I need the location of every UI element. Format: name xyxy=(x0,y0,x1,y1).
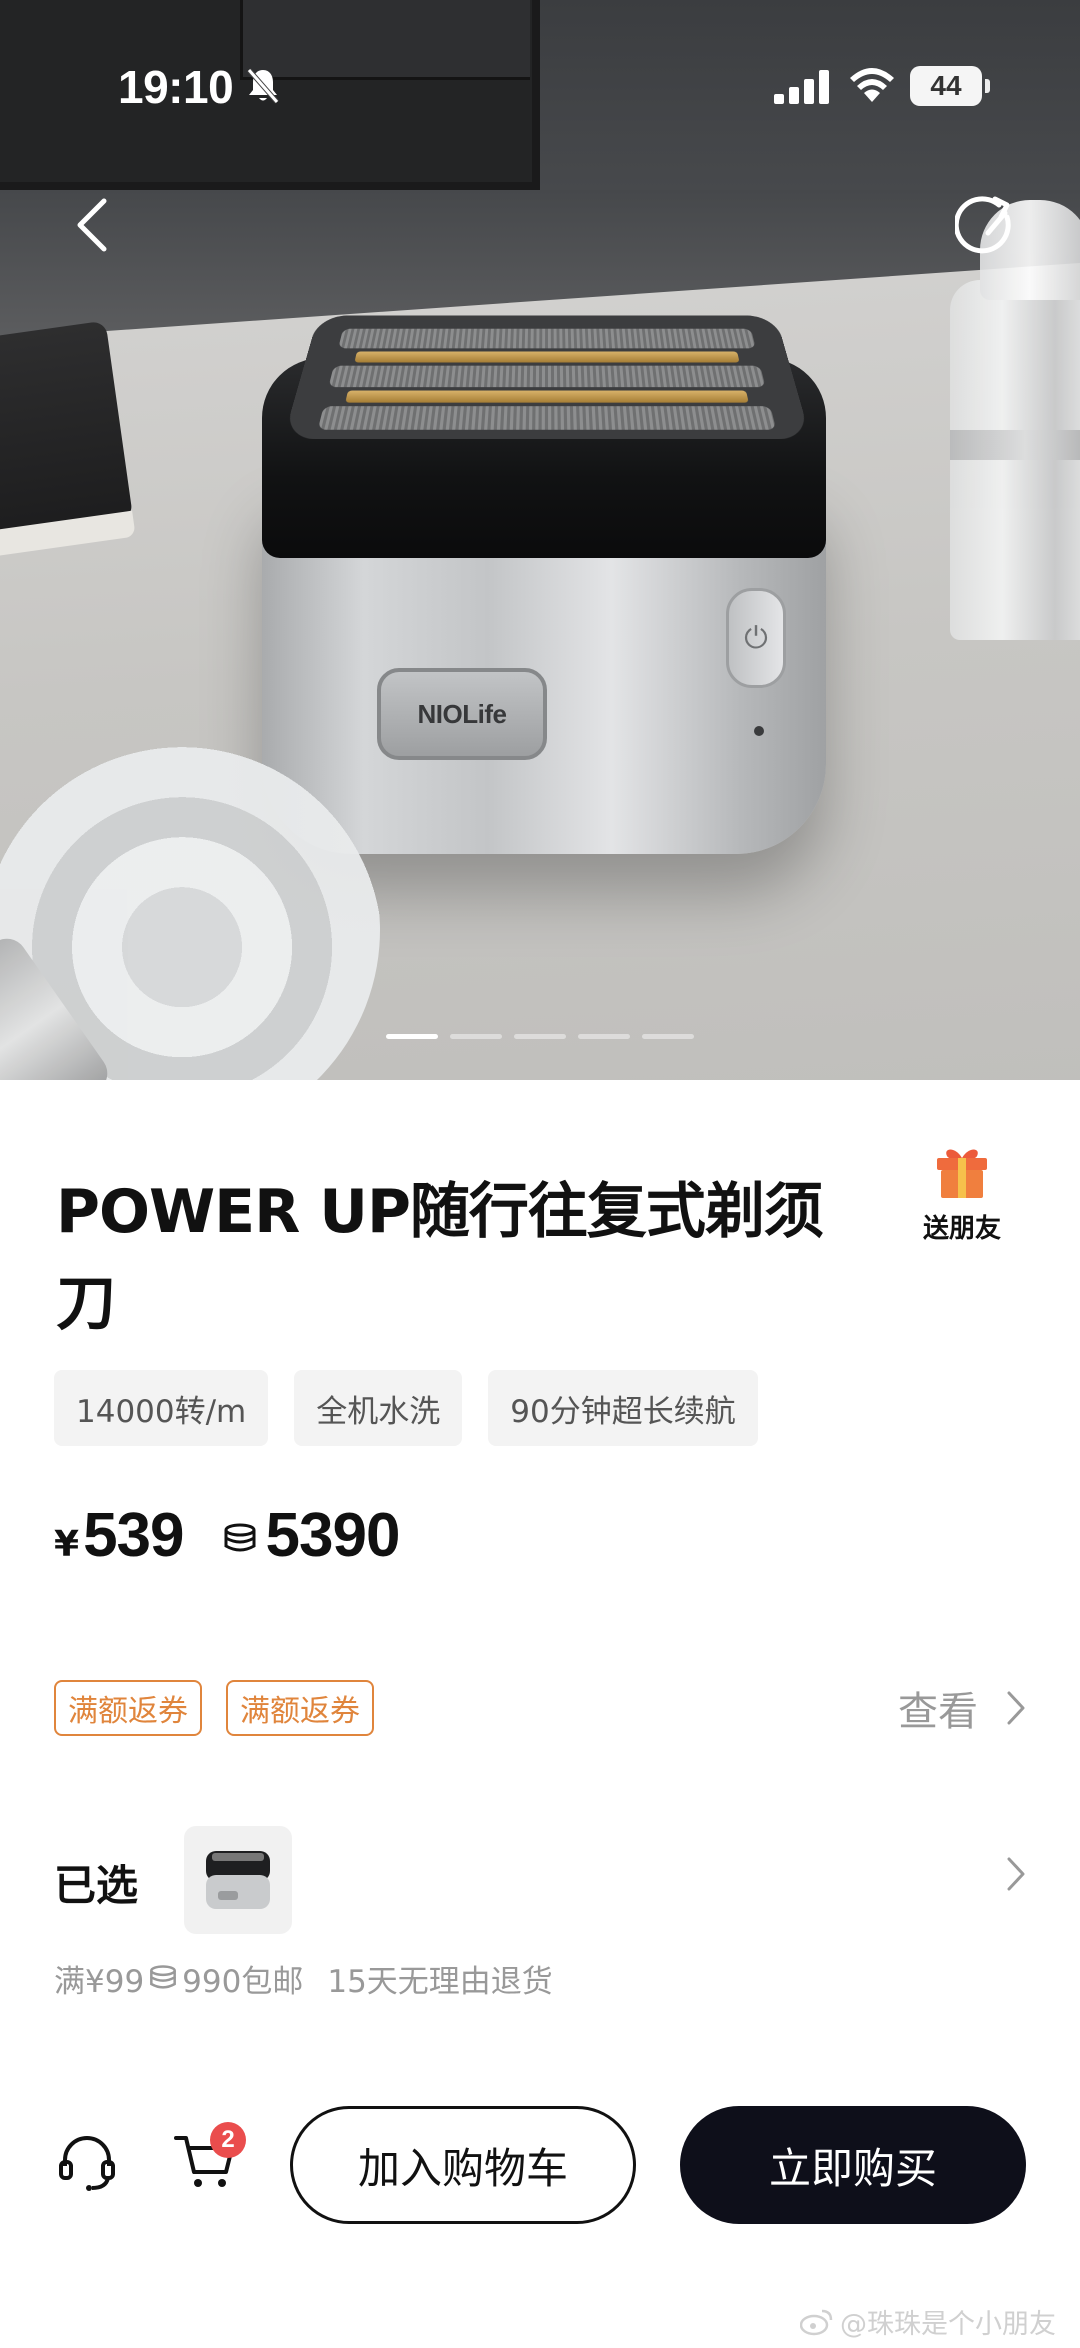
bell-muted-icon xyxy=(247,68,279,104)
coupon-badge: 满额返券 xyxy=(54,1680,202,1736)
weibo-icon xyxy=(800,2309,833,2335)
coupon-badge: 满额返券 xyxy=(226,1680,374,1736)
cart-count-badge: 2 xyxy=(210,2122,246,2158)
carousel-indicator xyxy=(386,1034,694,1039)
buy-now-button[interactable]: 立即购买 xyxy=(680,2106,1026,2224)
cellular-signal-icon xyxy=(774,70,829,104)
view-coupons-label: 查看 xyxy=(898,1689,978,1735)
coupon-row[interactable]: 满额返券 满额返券 查看 xyxy=(54,1680,1026,1740)
feature-tag: 90分钟超长续航 xyxy=(488,1370,758,1446)
view-coupons-link[interactable]: 查看 xyxy=(898,1680,1026,1736)
chevron-right-icon xyxy=(1007,1857,1025,1891)
free-shipping-threshold: 满¥99 xyxy=(54,1964,145,2000)
carousel-dot xyxy=(642,1034,694,1039)
carousel-dot xyxy=(578,1034,630,1039)
chevron-right-icon xyxy=(1007,1691,1025,1725)
free-shipping-points: 990包邮 xyxy=(182,1964,304,2000)
add-to-cart-button[interactable]: 加入购物车 xyxy=(290,2106,636,2224)
wifi-icon xyxy=(850,68,894,102)
share-button[interactable] xyxy=(950,190,1026,266)
gift-label: 送朋友 xyxy=(922,1214,1001,1244)
feature-tag: 14000转/m xyxy=(54,1370,269,1446)
carousel-dot xyxy=(514,1034,566,1039)
share-icon xyxy=(955,196,1011,254)
bottom-action-bar: 2 加入购物车 立即购买 xyxy=(0,2080,1080,2280)
chevron-left-icon xyxy=(77,198,107,252)
shipping-info: 满¥99 990包邮 15天无理由退货 xyxy=(54,1956,553,2001)
battery-indicator: 44 xyxy=(910,66,990,106)
status-bar: 19:10 44 xyxy=(0,0,1080,170)
back-button[interactable] xyxy=(62,190,122,260)
feature-tags: 14000转/m 全机水洗 90分钟超长续航 xyxy=(54,1370,758,1446)
variant-thumbnail xyxy=(184,1826,292,1934)
return-policy: 15天无理由退货 xyxy=(327,1964,553,2000)
product-title: POWER UP随行往复式剃须刀 xyxy=(56,1177,824,1339)
carousel-dot xyxy=(450,1034,502,1039)
power-icon: ⏻ xyxy=(726,588,786,688)
background-jar xyxy=(950,200,1080,640)
shaver-thumbnail-image xyxy=(206,1851,270,1909)
coin-stack-icon xyxy=(150,1964,177,1989)
price-row: ¥ 539 5390 xyxy=(54,1500,401,1571)
brand-logo: NIOLife xyxy=(377,668,547,760)
coin-stack-icon xyxy=(224,1523,256,1552)
selected-variant-row[interactable]: 已选 xyxy=(54,1826,1026,1934)
points-value: 5390 xyxy=(265,1501,401,1570)
gift-icon xyxy=(937,1149,987,1198)
carousel-dot xyxy=(386,1034,438,1039)
watermark: @珠珠是个小朋友 xyxy=(800,2302,1056,2341)
selected-label: 已选 xyxy=(54,1861,139,1910)
watermark-text: @珠珠是个小朋友 xyxy=(840,2309,1056,2340)
feature-tag: 全机水洗 xyxy=(294,1370,463,1446)
status-time: 19:10 xyxy=(118,61,234,113)
customer-service-icon[interactable] xyxy=(56,2132,118,2194)
price-value: 539 xyxy=(83,1501,184,1570)
send-gift-button[interactable]: 送朋友 xyxy=(916,1144,1008,1245)
shaver-product-photo: NIOLife ⏻ xyxy=(262,298,826,854)
currency-symbol: ¥ xyxy=(54,1524,80,1565)
